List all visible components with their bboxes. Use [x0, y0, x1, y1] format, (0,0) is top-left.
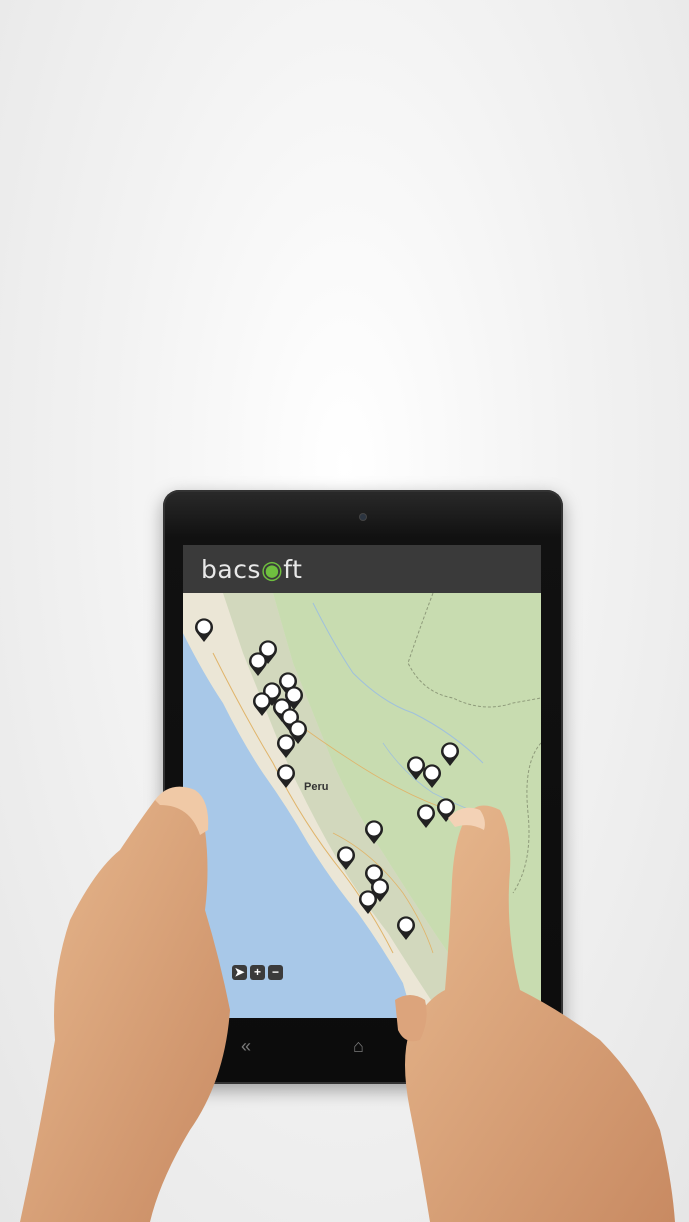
hands-illustration — [20, 786, 675, 1222]
